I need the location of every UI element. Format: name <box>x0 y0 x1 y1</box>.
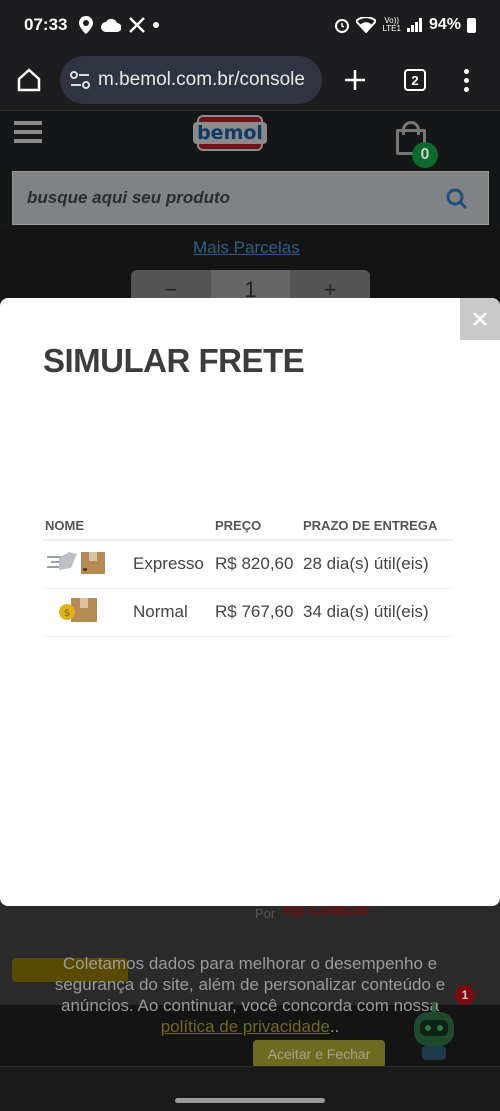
bottom-bar <box>0 1066 500 1111</box>
cookie-banner: Coletamos dados para melhorar o desempen… <box>40 953 460 1037</box>
cloud-icon <box>101 18 122 32</box>
home-button[interactable] <box>4 55 54 105</box>
site-settings-icon[interactable] <box>70 71 90 89</box>
browser-menu-button[interactable] <box>446 55 486 105</box>
url-text: m.bemol.com.br/console <box>98 69 305 90</box>
modal-close-button[interactable] <box>460 298 500 340</box>
battery-icon <box>467 17 476 33</box>
row-prazo: 34 dia(s) útil(eis) <box>301 588 453 637</box>
chat-notification-badge: 1 <box>455 985 475 1005</box>
table-header-row: NOME PREÇO PRAZO DE ENTREGA <box>43 512 453 541</box>
hamburger-line <box>14 139 42 143</box>
row-icon-cell <box>43 540 131 589</box>
new-tab-button[interactable] <box>330 55 380 105</box>
row-name: Expresso <box>131 540 213 589</box>
header-nome: NOME <box>43 512 213 541</box>
location-icon <box>79 16 94 34</box>
search-input[interactable]: busque aqui seu produto <box>12 171 489 225</box>
x-app-icon <box>129 17 146 33</box>
menu-dot <box>463 86 469 92</box>
notification-icons <box>79 16 160 34</box>
signal-icon <box>406 18 422 32</box>
system-icons: Vo)) LTE1 94% <box>334 16 476 34</box>
home-icon <box>17 68 41 92</box>
row-prazo: 28 dia(s) útil(eis) <box>301 540 453 589</box>
mais-parcelas-link[interactable]: Mais Parcelas <box>193 238 300 258</box>
logo-text: bemol <box>193 122 267 144</box>
table-row: $ Normal R$ 767,60 34 dia(s) útil(eis) <box>43 588 453 637</box>
hamburger-menu-icon[interactable] <box>14 121 42 148</box>
fast-delivery-box-icon <box>47 551 105 574</box>
simular-frete-modal: SIMULAR FRETE NOME PREÇO PRAZO DE ENTREG… <box>0 298 500 906</box>
privacy-policy-link[interactable]: política de privacidade <box>161 1017 330 1036</box>
battery-percent: 94% <box>428 16 461 33</box>
svg-text:$: $ <box>64 608 70 619</box>
row-price: R$ 767,60 <box>213 588 301 637</box>
volte-lte-icon: Vo)) LTE1 <box>382 17 401 33</box>
cookie-text-end: .. <box>329 1017 340 1036</box>
alarm-icon <box>335 19 350 33</box>
wifi-icon <box>356 17 377 33</box>
frete-table: NOME PREÇO PRAZO DE ENTREGA Expresso R$ <box>43 512 453 637</box>
row-icon-cell: $ <box>43 588 131 637</box>
accept-cookies-button[interactable]: Aceitar e Fechar <box>253 1040 385 1068</box>
price-prefix: Por <box>255 906 276 921</box>
row-name: Normal <box>131 588 213 637</box>
chat-bot-icon[interactable] <box>410 990 458 1062</box>
hamburger-line <box>14 121 42 125</box>
status-time: 07:33 <box>24 15 68 34</box>
header-preco: PREÇO <box>213 512 301 541</box>
plus-icon <box>345 70 365 90</box>
tab-switcher-button[interactable]: 2 <box>390 55 440 105</box>
row-price: R$ 820,60 <box>213 540 301 589</box>
browser-toolbar: m.bemol.com.br/console 2 <box>0 50 500 110</box>
status-bar: 07:33 Vo)) LTE1 94% <box>0 0 500 50</box>
coin-box-icon: $ <box>59 597 97 622</box>
header-prazo: PRAZO DE ENTREGA <box>301 512 453 541</box>
cookie-text: Coletamos dados para melhorar o desempen… <box>54 954 446 1015</box>
lte-label: LTE1 <box>382 24 401 33</box>
site-header: bemol busque aqui seu produto <box>0 110 500 230</box>
menu-dot <box>463 77 469 83</box>
bemol-logo[interactable]: bemol <box>193 115 267 151</box>
dot-icon <box>153 22 160 28</box>
modal-title: SIMULAR FRETE <box>43 342 305 379</box>
search-placeholder: busque aqui seu produto <box>27 188 231 207</box>
gesture-nav-bar[interactable] <box>175 1098 325 1103</box>
hamburger-line <box>14 130 42 134</box>
address-bar[interactable]: m.bemol.com.br/console <box>60 56 322 104</box>
cart-count-badge: 0 <box>412 142 438 168</box>
table-row: Expresso R$ 820,60 28 dia(s) útil(eis) <box>43 540 453 589</box>
tab-count: 2 <box>404 69 426 91</box>
close-icon <box>473 312 487 326</box>
search-icon[interactable] <box>446 188 468 210</box>
menu-dot <box>463 68 469 74</box>
